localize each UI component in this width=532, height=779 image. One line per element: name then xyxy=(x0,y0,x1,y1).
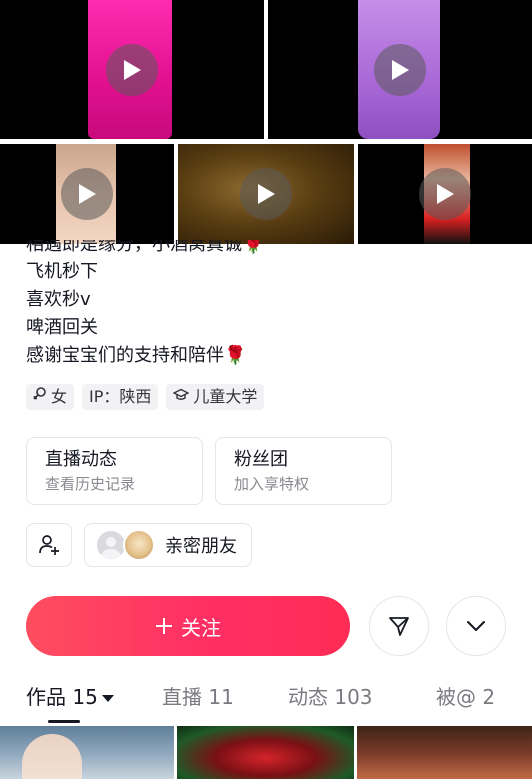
tab-moments[interactable]: 动态 103 xyxy=(288,680,373,714)
video-tile[interactable] xyxy=(178,144,354,244)
profile-bio: 相遇即是缘分，小酒窝真诚🌹 飞机秒下 喜欢秒v 啤酒回关 感谢宝宝们的支持和陪伴… xyxy=(26,240,516,370)
active-tab-indicator xyxy=(48,720,80,723)
work-thumbnail[interactable] xyxy=(357,726,532,779)
video-tile[interactable] xyxy=(0,144,174,244)
send-message-button[interactable] xyxy=(369,596,429,656)
profile-tags: 女 IP：陕西 儿童大学 xyxy=(26,384,265,410)
play-icon xyxy=(374,43,426,96)
play-icon xyxy=(240,168,292,220)
bio-line: 相遇即是缘分，小酒窝真诚🌹 xyxy=(26,240,265,255)
play-icon xyxy=(61,168,113,220)
works-grid xyxy=(0,726,532,779)
card-title: 直播动态 xyxy=(45,449,117,470)
bio-line: 喜欢秒v xyxy=(26,289,91,310)
add-user-icon xyxy=(39,535,59,555)
more-options-button[interactable] xyxy=(446,596,506,656)
video-grid xyxy=(0,0,532,244)
paper-plane-icon xyxy=(389,617,409,636)
card-title: 粉丝团 xyxy=(234,449,288,470)
close-friends-button[interactable]: 亲密朋友 xyxy=(84,523,252,567)
bio-line: 啤酒回关 xyxy=(26,317,98,338)
bio-line: 感谢宝宝们的支持和陪伴🌹 xyxy=(26,345,247,366)
bio-line: 飞机秒下 xyxy=(26,261,98,282)
profile-tabs: 作品 15 直播 11 动态 103 被@ 2 xyxy=(0,680,532,724)
video-tile[interactable] xyxy=(268,0,532,139)
play-icon xyxy=(106,43,158,96)
female-icon xyxy=(33,384,47,410)
play-icon xyxy=(419,168,471,220)
friends-row: 亲密朋友 xyxy=(26,523,252,567)
school-tag[interactable]: 儿童大学 xyxy=(166,384,265,410)
plus-icon xyxy=(156,618,172,634)
fan-club-card[interactable]: 粉丝团 加入享特权 xyxy=(215,437,392,505)
graduation-cap-icon xyxy=(172,384,190,410)
caret-down-icon xyxy=(101,695,114,702)
follow-label: 关注 xyxy=(181,615,221,640)
chevron-down-icon xyxy=(467,621,485,631)
tab-works[interactable]: 作品 15 xyxy=(26,680,114,714)
avatar xyxy=(123,529,155,561)
video-tile[interactable] xyxy=(0,0,264,139)
video-tile[interactable] xyxy=(358,144,532,244)
live-history-card[interactable]: 直播动态 查看历史记录 xyxy=(26,437,203,505)
tab-mentions[interactable]: 被@ 2 xyxy=(436,680,495,714)
close-friends-label: 亲密朋友 xyxy=(165,536,237,557)
tab-live[interactable]: 直播 11 xyxy=(162,680,234,714)
follow-button[interactable]: 关注 xyxy=(26,596,350,656)
add-friend-button[interactable] xyxy=(26,523,72,567)
work-thumbnail[interactable] xyxy=(0,726,174,779)
card-subtitle: 加入享特权 xyxy=(234,475,310,493)
work-thumbnail[interactable] xyxy=(177,726,354,779)
feature-cards: 直播动态 查看历史记录 粉丝团 加入享特权 xyxy=(26,437,392,505)
gender-tag: 女 xyxy=(26,384,75,410)
card-subtitle: 查看历史记录 xyxy=(45,475,136,493)
ip-location-tag: IP：陕西 xyxy=(82,384,159,410)
